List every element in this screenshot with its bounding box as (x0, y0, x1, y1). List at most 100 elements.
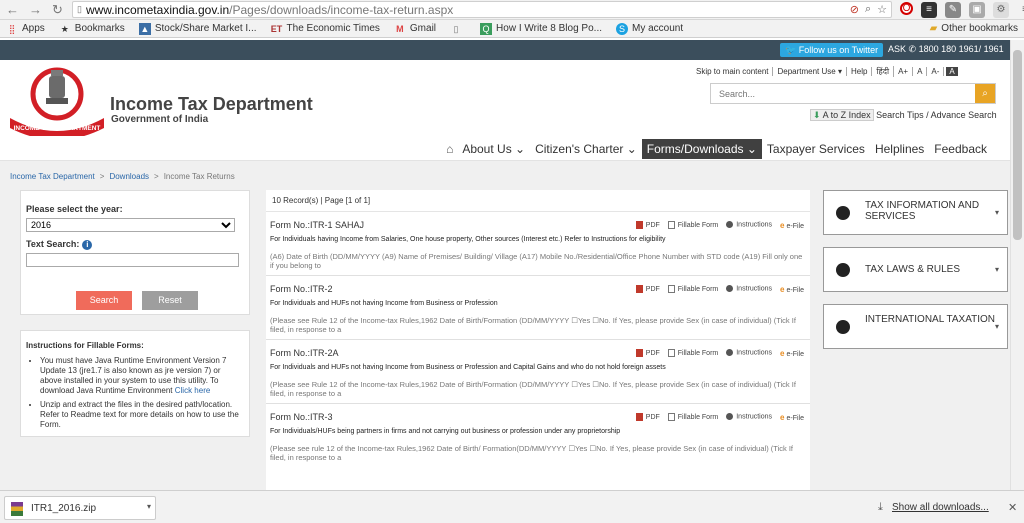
page-icon: ▯ (453, 23, 459, 34)
site-header: INCOME TAX DEPARTMENT Income Tax Departm… (0, 60, 1010, 160)
bookmark-economic-times[interactable]: ET The Economic Times (271, 23, 380, 35)
nav-helplines[interactable]: Helplines (870, 139, 929, 159)
search-button[interactable]: ⌕ (975, 84, 995, 103)
opera-icon[interactable]: O (900, 2, 913, 15)
skip-link[interactable]: Skip to main content (692, 67, 774, 76)
form-icon (667, 349, 675, 357)
font-increase[interactable]: A+ (894, 67, 914, 76)
back-icon[interactable]: ← (6, 2, 19, 18)
java-download-link[interactable]: Click here (175, 386, 211, 395)
nav-about-us[interactable]: About Us ⌄ (457, 139, 530, 159)
text-search-input[interactable] (26, 253, 239, 267)
efile-link[interactable]: e e-File (780, 413, 804, 422)
layers-icon[interactable]: ≡ (921, 2, 937, 18)
download-item[interactable]: ITR1_2016.zip ▾ (4, 496, 156, 520)
top-strip: 🐦 Follow us on Twitter ASK ✆ 1800 180 19… (0, 40, 1010, 60)
bookmark-gmail[interactable]: M Gmail (394, 23, 436, 35)
font-decrease[interactable]: A- (927, 67, 945, 76)
nav-taxpayer-services[interactable]: Taxpayer Services (762, 139, 870, 159)
chevron-down-icon[interactable]: ▾ (147, 502, 151, 511)
reset-button[interactable]: Reset (142, 291, 198, 310)
pdf-link[interactable]: PDF (635, 413, 660, 422)
instructions-link[interactable]: Instructions (726, 285, 772, 294)
puzzle-icon[interactable]: ▣ (969, 2, 985, 18)
form-item: Form No.:ITR-2A PDF Fillable Form Instru… (266, 340, 810, 404)
tool-icon[interactable]: ✎ (945, 2, 961, 18)
settings-icon[interactable]: ⚙ (993, 2, 1009, 18)
year-select[interactable]: 2016 (26, 218, 235, 232)
efile-link[interactable]: e e-File (780, 285, 804, 294)
form-description: For Individuals and HUFs not having Inco… (270, 364, 666, 371)
forward-icon[interactable]: → (29, 2, 42, 18)
instructions-link[interactable]: Instructions (726, 221, 772, 230)
page-scrollbar[interactable] (1010, 40, 1024, 490)
main-navigation: ⌂ About Us ⌄ Citizen's Charter ⌄ Forms/D… (0, 138, 1000, 160)
scroll-thumb[interactable] (1013, 50, 1022, 240)
home-icon[interactable]: ⌂ (446, 142, 453, 156)
font-normal[interactable]: A (913, 67, 928, 76)
breadcrumb-downloads[interactable]: Downloads (109, 172, 149, 181)
breadcrumb-current: Income Tax Returns (163, 172, 235, 181)
form-icon (667, 413, 675, 421)
star-icon[interactable]: ☆ (877, 3, 887, 16)
page-icon: ▯ (77, 4, 82, 14)
hindi-link[interactable]: हिंदी (872, 66, 895, 77)
show-all-downloads-link[interactable]: Show all downloads... (892, 502, 989, 513)
other-bookmarks[interactable]: ▰ Other bookmarks (930, 23, 1018, 34)
fillable-form-link[interactable]: Fillable Form (667, 413, 718, 422)
fillable-form-link[interactable]: Fillable Form (667, 221, 718, 230)
efile-link[interactable]: e e-File (780, 349, 804, 358)
high-contrast[interactable]: A (946, 67, 958, 76)
efile-link[interactable]: e e-File (780, 221, 804, 230)
info-icon[interactable]: i (82, 240, 93, 250)
pdf-link[interactable]: PDF (635, 285, 660, 294)
search-tips-link[interactable]: Search Tips / Advance Search (876, 110, 997, 120)
bookmark-blank[interactable]: ▯ (450, 23, 466, 35)
bookmark-skype[interactable]: S My account (616, 22, 683, 35)
search-button[interactable]: Search (76, 291, 132, 310)
department-use-link[interactable]: Department Use ▾ (773, 67, 847, 76)
instructions-icon (726, 349, 734, 356)
az-index-link[interactable]: ⬇ A to Z Index (810, 109, 874, 121)
side-item-tax-laws[interactable]: TAX LAWS & RULES ▾ (823, 247, 1008, 292)
pdf-icon (635, 349, 643, 357)
bookmark-stock[interactable]: ▲ Stock/Share Market I... (138, 22, 257, 35)
extension-icon[interactable]: ⊘ (850, 3, 859, 16)
form-note: (Please see Rule 12 of the Income-tax Ru… (270, 316, 796, 334)
address-bar[interactable]: ▯ www.incometaxindia.gov.in/Pages/downlo… (72, 1, 892, 18)
bookmark-blog[interactable]: Q How I Write 8 Blog Po... (480, 22, 602, 35)
instructions-heading: Instructions for Fillable Forms: (26, 341, 144, 350)
fillable-form-link[interactable]: Fillable Form (667, 285, 718, 294)
globe-icon (836, 320, 850, 334)
help-link[interactable]: Help (847, 67, 873, 76)
department-emblem-icon: INCOME TAX DEPARTMENT (10, 67, 104, 136)
pdf-link[interactable]: PDF (635, 349, 660, 358)
url-path: /Pages/downloads/income-tax-return.aspx (229, 2, 454, 17)
side-item-international-taxation[interactable]: INTERNATIONAL TAXATION ▾ (823, 304, 1008, 349)
fillable-form-link[interactable]: Fillable Form (667, 349, 718, 358)
reload-icon[interactable]: ↻ (52, 2, 63, 18)
pdf-link[interactable]: PDF (635, 221, 660, 230)
bookmark-apps[interactable]: ⣿ Apps (6, 23, 45, 35)
nav-forms-downloads[interactable]: Forms/Downloads ⌄ (641, 139, 762, 159)
form-item: Form No.:ITR-2 PDF Fillable Form Instruc… (266, 276, 810, 340)
search-input[interactable] (711, 84, 975, 103)
breadcrumb-home[interactable]: Income Tax Department (10, 172, 95, 181)
form-icon (667, 221, 675, 229)
side-item-tax-information[interactable]: TAX INFORMATION AND SERVICES ▾ (823, 190, 1008, 235)
nav-feedback[interactable]: Feedback (929, 139, 992, 159)
menu-icon[interactable]: ≡ (1017, 2, 1024, 18)
twitter-icon: 🐦 (785, 45, 799, 55)
star-icon: ★ (60, 23, 69, 34)
chevron-down-icon: ▾ (994, 265, 999, 274)
close-icon[interactable]: ✕ (1008, 501, 1017, 514)
nav-citizens-charter[interactable]: Citizen's Charter ⌄ (530, 139, 642, 159)
form-description: For Individuals having Income from Salar… (270, 236, 666, 243)
bookmark-bookmarks[interactable]: ★ Bookmarks (59, 23, 125, 35)
zoom-icon[interactable]: ⌕ (865, 3, 871, 16)
instructions-link[interactable]: Instructions (726, 349, 772, 358)
instructions-link[interactable]: Instructions (726, 413, 772, 422)
filter-panel: Please select the year: 2016 Text Search… (20, 190, 250, 315)
twitter-button[interactable]: 🐦 Follow us on Twitter (780, 43, 884, 57)
records-count: 10 Record(s) | Page [1 of 1] (266, 190, 810, 212)
